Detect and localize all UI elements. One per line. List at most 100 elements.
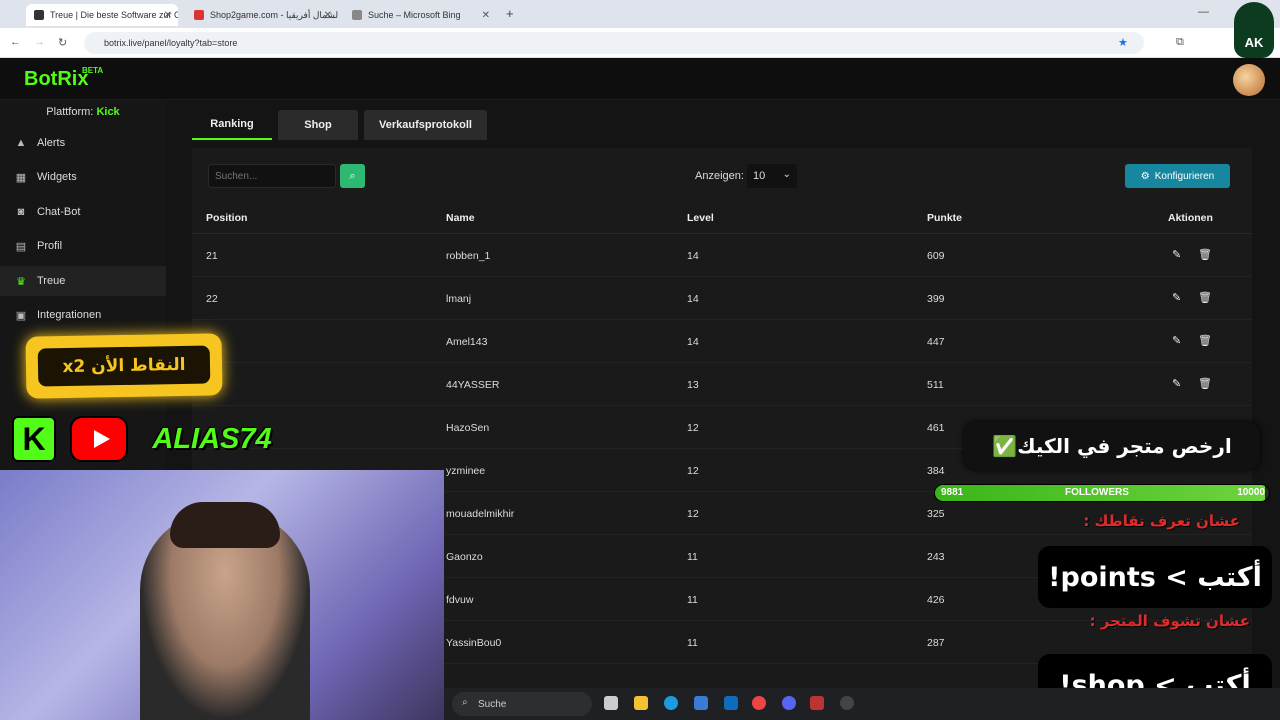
browser-tab-shop2game[interactable]: Shop2game.com - الشمال أفريقيا ✕ <box>186 4 338 26</box>
minimize-icon[interactable]: — <box>1198 6 1209 18</box>
sidebar-item-treue[interactable]: ♛ Treue <box>0 266 166 296</box>
extensions-icon[interactable]: ⧉ <box>1176 36 1184 49</box>
chrome-icon[interactable] <box>752 696 766 710</box>
obs-icon[interactable] <box>840 696 854 710</box>
task-view-icon[interactable] <box>604 696 618 710</box>
column-header-aktionen: Aktionen <box>1168 212 1213 224</box>
browser-tab-bar: Treue | Die beste Software zur C ✕ Shop2… <box>0 0 1280 28</box>
sidebar-item-alerts[interactable]: ▲ Alerts <box>0 128 166 158</box>
browser-tab-bing[interactable]: Suche – Microsoft Bing ✕ <box>344 4 496 26</box>
edit-icon[interactable]: ✎ <box>1172 334 1181 347</box>
cell-name: HazoSen <box>446 422 490 434</box>
column-header-position[interactable]: Position <box>206 212 247 224</box>
integration-icon: ▣ <box>15 310 27 322</box>
forward-icon[interactable]: → <box>34 36 45 48</box>
streamer-hair <box>170 502 280 548</box>
search-icon: ⌕ <box>462 697 468 708</box>
configure-button[interactable]: ⚙ Konfigurieren <box>1125 164 1230 188</box>
cell-name: lmanj <box>446 293 472 305</box>
tab-ranking[interactable]: Ranking <box>192 110 272 140</box>
sidebar-item-chat-bot[interactable]: ◙ Chat-Bot <box>0 197 166 227</box>
screenshot-root: { "browser": { "tabs": [ {"label": "Treu… <box>0 0 1280 720</box>
app-logo[interactable]: BotRix <box>24 68 88 91</box>
browser-tab-treue[interactable]: Treue | Die beste Software zur C ✕ <box>26 4 178 26</box>
search-icon <box>352 10 362 20</box>
search-button[interactable]: ⌕ <box>340 164 365 188</box>
cell-level: 13 <box>687 379 699 391</box>
reload-icon[interactable]: ↻ <box>58 36 67 49</box>
kick-logo-icon: K <box>12 416 56 462</box>
close-tab-icon[interactable]: ✕ <box>482 10 490 21</box>
taskbar-search[interactable]: ⌕ Suche <box>452 692 592 716</box>
tab-shop[interactable]: Shop <box>278 110 358 140</box>
url-field[interactable]: botrix.live/panel/loyalty?tab=store <box>84 32 1144 54</box>
followers-current: 9881 <box>941 487 964 498</box>
column-header-punkte[interactable]: Punkte <box>927 212 962 224</box>
sidebar-item-integrationen[interactable]: ▣ Integrationen <box>0 300 166 330</box>
cell-level: 12 <box>687 422 699 434</box>
tab-verkaufsprotokoll[interactable]: Verkaufsprotokoll <box>364 110 487 140</box>
close-tab-icon[interactable]: ✕ <box>324 10 332 21</box>
cell-points: 511 <box>927 379 944 391</box>
column-header-name[interactable]: Name <box>446 212 475 224</box>
cell-points: 325 <box>927 508 945 520</box>
sidebar-item-widgets[interactable]: ▦ Widgets <box>0 162 166 192</box>
cell-points: 426 <box>927 594 945 606</box>
cell-name: fdvuw <box>446 594 474 606</box>
points-multiplier-badge: النقاط الأن x2 <box>25 333 223 399</box>
close-tab-icon[interactable]: ✕ <box>164 10 172 21</box>
app-icon[interactable] <box>810 696 824 710</box>
edit-icon[interactable]: ✎ <box>1172 291 1181 304</box>
trash-icon[interactable]: 🗑 <box>1198 334 1212 347</box>
cell-level: 14 <box>687 336 699 348</box>
edge-icon[interactable] <box>664 696 678 710</box>
cell-level: 14 <box>687 293 699 305</box>
beta-badge: BETA <box>82 66 104 75</box>
new-tab-icon[interactable]: + <box>506 6 514 21</box>
windows-taskbar: ⌕ Suche <box>444 688 1280 720</box>
bookmark-star-icon[interactable]: ★ <box>1118 36 1128 49</box>
platform-indicator: Plattform: Kick <box>46 106 120 118</box>
outlook-icon[interactable] <box>724 696 738 710</box>
show-label: Anzeigen: <box>695 170 744 182</box>
avatar[interactable] <box>1233 64 1265 96</box>
tab-favicon-icon <box>194 10 204 20</box>
webcam-feed <box>0 470 444 720</box>
sidebar-item-profil[interactable]: ▤ Profil <box>0 231 166 261</box>
page-size-select[interactable]: 10 ⌄ <box>747 164 797 188</box>
youtube-logo-icon <box>70 416 128 462</box>
back-icon[interactable]: ← <box>10 36 21 48</box>
top-navbar: BotRix BETA <box>0 58 1280 100</box>
edit-icon[interactable]: ✎ <box>1172 248 1181 261</box>
followers-label: FOLLOWERS <box>1065 487 1129 498</box>
store-icon[interactable] <box>694 696 708 710</box>
table-row: Amel143 14 447 ✎ 🗑 <box>192 320 1252 363</box>
cell-name: Amel143 <box>446 336 488 348</box>
id-card-icon: ▤ <box>15 241 27 253</box>
column-header-level[interactable]: Level <box>687 212 714 224</box>
cell-name: Gaonzo <box>446 551 483 563</box>
cell-points: 447 <box>927 336 945 348</box>
gear-icon: ⚙ <box>1140 170 1150 182</box>
trash-icon[interactable]: 🗑 <box>1198 377 1212 390</box>
cell-name: robben_1 <box>446 250 491 262</box>
discord-icon[interactable] <box>782 696 796 710</box>
search-input[interactable] <box>208 164 336 188</box>
warning-icon: ▲ <box>15 137 27 149</box>
edit-icon[interactable]: ✎ <box>1172 377 1181 390</box>
trash-icon[interactable]: 🗑 <box>1198 248 1212 261</box>
cell-level: 11 <box>687 637 698 649</box>
tab-favicon-icon <box>34 10 44 20</box>
cell-points: 384 <box>927 465 945 477</box>
cell-position: 22 <box>206 293 218 305</box>
cell-name: mouadelmikhir <box>446 508 515 520</box>
trash-icon[interactable]: 🗑 <box>1198 291 1212 304</box>
cell-points: 461 <box>927 422 945 434</box>
file-explorer-icon[interactable] <box>634 696 648 710</box>
see-shop-caption: عشان تشوف المتجر : <box>1089 612 1250 630</box>
streamer-alias: ALIAS74 <box>152 422 272 455</box>
cell-level: 14 <box>687 250 699 262</box>
cell-level: 11 <box>687 594 698 606</box>
cell-name: YassinBou0 <box>446 637 502 649</box>
followers-goal-bar: 9881 FOLLOWERS 10000 <box>934 484 1270 502</box>
